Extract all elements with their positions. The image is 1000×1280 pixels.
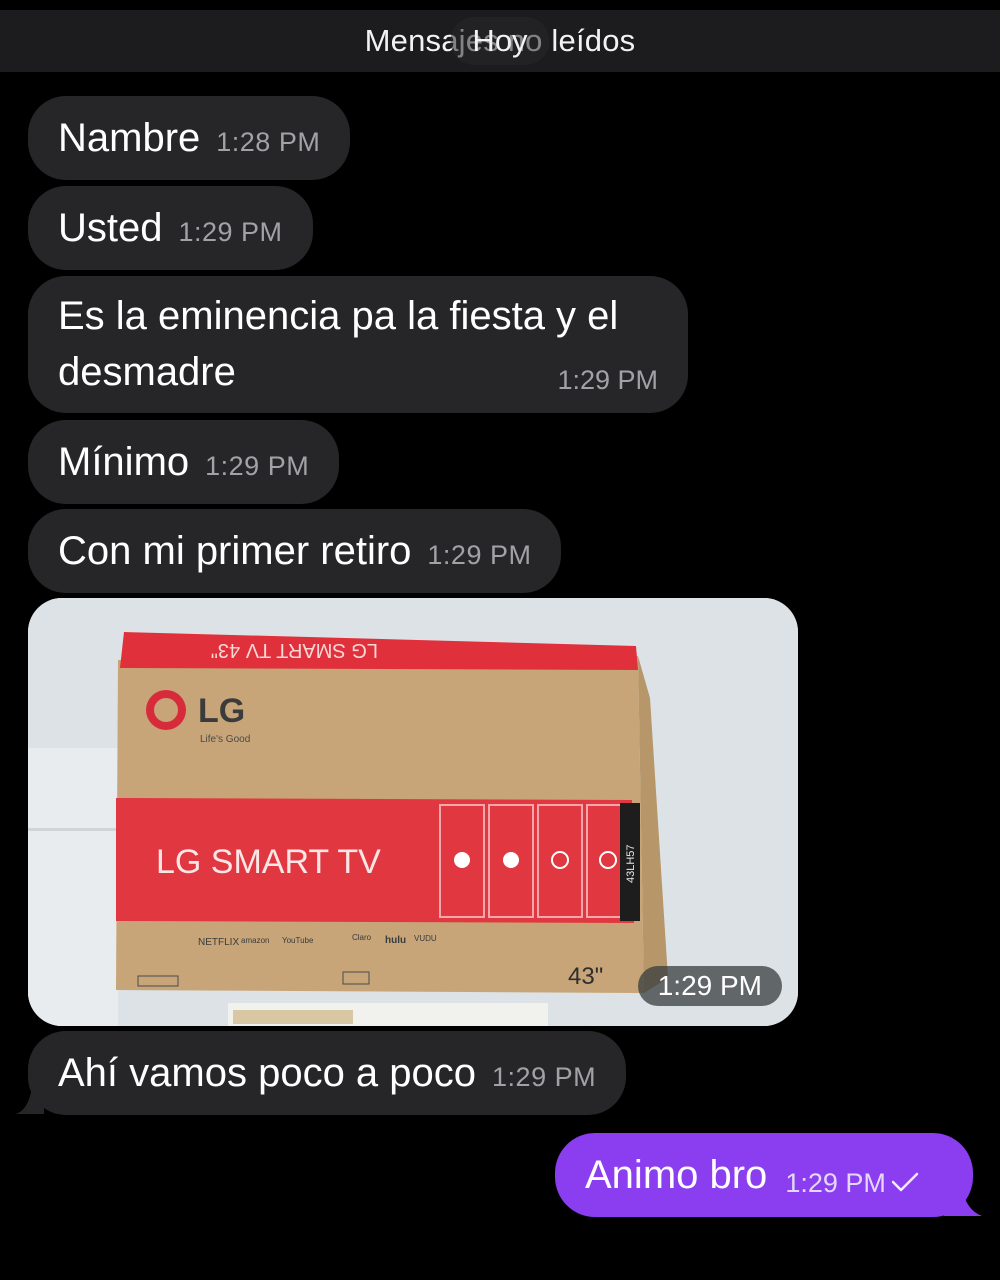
message-bubble[interactable]: Con mi primer retiro 1:29 PM (28, 509, 562, 593)
photo-time: 1:29 PM (637, 966, 782, 1006)
outgoing-message-time: 1:29 PM (785, 1167, 886, 1198)
smart-tv-label: LG SMART TV (156, 843, 381, 881)
message-bubble[interactable]: Usted 1:29 PM (28, 186, 313, 270)
photo-message[interactable]: 43LH57 LG Life's Good LG SMART TV LG SMA… (28, 598, 798, 1026)
message-bubble[interactable]: Es la eminencia pa la fiesta y el desmad… (28, 276, 688, 413)
message-text: Con mi primer retiro (58, 529, 412, 573)
message-text: Nambre (58, 116, 201, 160)
hulu-logo: hulu (385, 935, 406, 946)
outgoing-message-bubble[interactable]: Animo bro 1:29 PM (555, 1133, 973, 1217)
message-time: 1:29 PM (178, 217, 283, 247)
amazon-logo: amazon (241, 936, 269, 945)
date-pill: Hoy (450, 17, 550, 65)
message-text: Ahí vamos poco a poco (58, 1051, 477, 1095)
message-bubble[interactable]: Mínimo 1:29 PM (28, 420, 340, 504)
check-icon (891, 1172, 919, 1192)
outgoing-message-text: Animo bro (585, 1152, 768, 1197)
message-time: 1:28 PM (216, 127, 321, 157)
message-time: 1:29 PM (492, 1062, 597, 1092)
tv-box-photo: 43LH57 LG Life's Good LG SMART TV LG SMA… (28, 598, 798, 1026)
lg-logo: LG (198, 692, 245, 730)
unread-messages-separator: Mensajes no leídos Hoy (0, 10, 1000, 72)
netflix-logo: NETFLIX (198, 937, 239, 948)
message-bubble[interactable]: Ahí vamos poco a poco 1:29 PM (28, 1031, 627, 1115)
message-time: 1:29 PM (427, 540, 532, 570)
screen-size: 43" (568, 963, 603, 990)
message-time: 1:29 PM (205, 451, 310, 481)
youtube-logo: YouTube (282, 936, 314, 945)
top-flap-text: LG SMART TV 43" (211, 639, 378, 661)
model-number: 43LH57 (625, 844, 637, 883)
message-text: Usted (58, 206, 163, 250)
message-text: Mínimo (58, 440, 190, 484)
vudu-logo: VUDU (414, 934, 437, 943)
lg-tagline: Life's Good (200, 734, 250, 745)
message-bubble[interactable]: Nambre 1:28 PM (28, 96, 351, 180)
claro-logo: Claro (352, 933, 372, 942)
